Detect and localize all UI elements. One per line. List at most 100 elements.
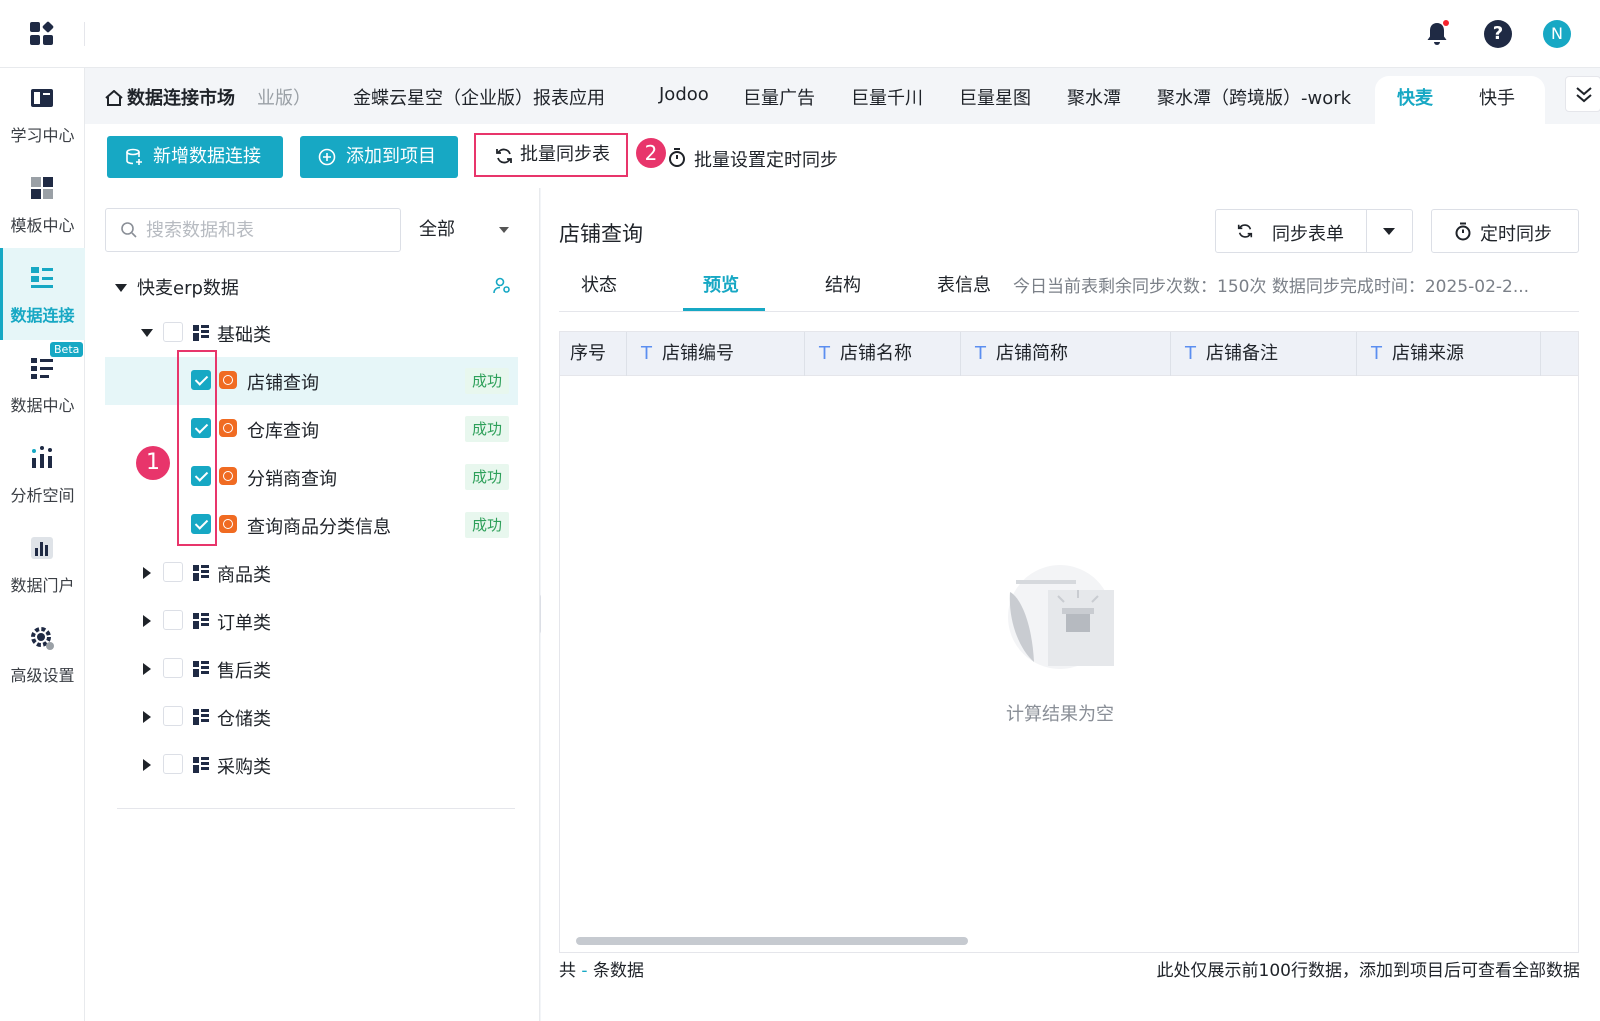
column-header[interactable]: T 店铺编号 xyxy=(627,332,805,376)
status-badge: 成功 xyxy=(465,368,509,394)
nav-data-center[interactable]: Beta 数据中心 xyxy=(0,338,85,430)
tab-item[interactable]: Jodoo xyxy=(659,84,709,105)
column-header[interactable]: T 店铺来源 xyxy=(1357,332,1541,376)
table-row-0[interactable]: 店铺查询 成功 xyxy=(105,357,518,405)
step-2-badge: 2 xyxy=(636,138,666,168)
tab-item[interactable]: 快手 xyxy=(1479,84,1515,110)
avatar[interactable]: N xyxy=(1543,20,1571,48)
collapse-icon xyxy=(143,663,151,675)
beta-badge: Beta xyxy=(50,342,84,357)
tab-item[interactable]: 聚水潭（跨境版）-work xyxy=(1157,84,1351,110)
top-bar: ? N xyxy=(0,0,1600,68)
add-connection-button[interactable]: 新增数据连接 xyxy=(107,136,283,178)
tree-group-storage[interactable]: 仓储类 xyxy=(105,693,518,741)
add-to-project-label: 添加到项目 xyxy=(346,146,436,167)
row-count-suffix: 条数据 xyxy=(592,961,644,981)
tab-home-label: 数据连接市场 xyxy=(127,88,235,109)
table-detail-panel: 店铺查询 同步表单 定时同步 状态 预览 结构 表信息 今日当前表剩余同步次数：… xyxy=(541,188,1600,1021)
kuaimai-source-icon xyxy=(219,515,237,533)
portal-icon xyxy=(31,537,53,559)
tab-kuaimai[interactable]: 快麦 xyxy=(1397,84,1433,110)
nav-analysis-space[interactable]: 分析空间 xyxy=(0,428,85,520)
column-header[interactable]: T 店铺简称 xyxy=(961,332,1171,376)
tab-table-info[interactable]: 表信息 xyxy=(937,271,991,297)
tab-item[interactable]: 金蝶云星空（企业版）报表应用 xyxy=(353,84,605,110)
text-type-icon: T xyxy=(1371,343,1382,364)
bell-icon[interactable] xyxy=(1424,20,1450,48)
tree-group-aftersales[interactable]: 售后类 xyxy=(105,645,518,693)
data-connect-icon xyxy=(31,267,53,288)
tree-group-goods[interactable]: 商品类 xyxy=(105,549,518,597)
tree-group-basic[interactable]: 基础类 xyxy=(105,309,518,357)
tab-structure[interactable]: 结构 xyxy=(825,271,861,297)
tab-item[interactable]: 巨量星图 xyxy=(959,84,1031,110)
expand-icon xyxy=(115,284,127,292)
notification-dot xyxy=(1443,20,1449,26)
nav-data-portal[interactable]: 数据门户 xyxy=(0,518,85,610)
batch-timer-label: 批量设置定时同步 xyxy=(694,150,838,171)
stopwatch-icon xyxy=(669,148,685,167)
column-header-label: 店铺简称 xyxy=(996,343,1068,364)
group-checkbox[interactable] xyxy=(163,754,183,774)
tab-status[interactable]: 状态 xyxy=(581,271,617,297)
group-checkbox[interactable] xyxy=(163,322,183,342)
nav-learning-center[interactable]: 学习中心 xyxy=(0,68,85,160)
sync-info-text: 今日当前表剩余同步次数：150次 数据同步完成时间：2025-02-2... xyxy=(1013,277,1530,297)
nav-data-connect[interactable]: 数据连接 xyxy=(0,248,85,340)
table-row-1[interactable]: 仓库查询 成功 xyxy=(105,405,518,453)
tab-home[interactable]: 数据连接市场 xyxy=(105,84,235,110)
filter-select[interactable]: 全部 xyxy=(411,208,521,252)
add-to-project-button[interactable]: 添加到项目 xyxy=(300,136,458,178)
apps-grid-icon[interactable] xyxy=(30,20,55,46)
group-checkbox[interactable] xyxy=(163,706,183,726)
tree-root[interactable]: 快麦erp数据 xyxy=(115,274,239,300)
table-label: 仓库查询 xyxy=(247,421,319,442)
scrollbar-thumb[interactable] xyxy=(576,937,968,945)
step-1-badge: 1 xyxy=(136,446,170,480)
caret-down-icon[interactable] xyxy=(1383,228,1395,235)
column-header-label: 店铺名称 xyxy=(840,343,912,364)
nav-label: 分析空间 xyxy=(10,486,75,505)
kuaimai-source-icon xyxy=(219,419,237,437)
tab-item[interactable]: 巨量千川 xyxy=(851,84,923,110)
group-checkbox[interactable] xyxy=(163,562,183,582)
row-count-value: - xyxy=(581,961,588,981)
text-type-icon: T xyxy=(641,343,652,364)
batch-timer-sync-button[interactable]: 批量设置定时同步 xyxy=(668,146,838,172)
kuaimai-source-icon xyxy=(219,371,237,389)
nav-template-center[interactable]: 模板中心 xyxy=(0,158,85,250)
column-header[interactable]: 序号 xyxy=(560,332,627,376)
horizontal-scrollbar[interactable] xyxy=(568,937,1573,945)
tree-group-orders[interactable]: 订单类 xyxy=(105,597,518,645)
tabs-more-button[interactable] xyxy=(1565,76,1600,112)
timer-sync-button[interactable]: 定时同步 xyxy=(1431,209,1579,253)
status-badge: 成功 xyxy=(465,464,509,490)
status-badge: 成功 xyxy=(465,416,509,442)
tab-preview[interactable]: 预览 xyxy=(703,271,739,297)
nav-advanced-settings[interactable]: 高级设置 xyxy=(0,608,85,700)
search-input[interactable] xyxy=(146,217,386,243)
refresh-icon xyxy=(1237,224,1253,238)
gear-icon xyxy=(31,627,54,650)
collapse-icon xyxy=(143,615,151,627)
group-checkbox[interactable] xyxy=(163,658,183,678)
table-row-3[interactable]: 查询商品分类信息 成功 xyxy=(105,501,518,549)
batch-sync-button[interactable]: 批量同步表 xyxy=(474,133,628,177)
tab-item[interactable]: 聚水潭 xyxy=(1067,84,1121,110)
topbar-divider xyxy=(84,22,85,46)
user-settings-icon[interactable] xyxy=(493,276,511,294)
column-header[interactable]: T 店铺备注 xyxy=(1171,332,1357,376)
group-checkbox[interactable] xyxy=(163,610,183,630)
tab-item[interactable]: 业版） xyxy=(257,84,311,110)
text-type-icon: T xyxy=(819,343,830,364)
stopwatch-icon xyxy=(1455,222,1471,241)
collapse-icon xyxy=(143,567,151,579)
nav-label: 模板中心 xyxy=(10,216,75,235)
left-nav: 学习中心 模板中心 数据连接 Beta 数据中心 分析空间 数据门户 高级设置 xyxy=(0,68,85,1021)
sync-form-button[interactable]: 同步表单 xyxy=(1215,209,1413,253)
tab-item[interactable]: 巨量广告 xyxy=(743,84,815,110)
help-icon[interactable]: ? xyxy=(1484,20,1512,48)
tree-group-purchase[interactable]: 采购类 xyxy=(105,741,518,789)
double-chevron-down-icon xyxy=(1576,87,1592,103)
column-header[interactable]: T 店铺名称 xyxy=(805,332,961,376)
